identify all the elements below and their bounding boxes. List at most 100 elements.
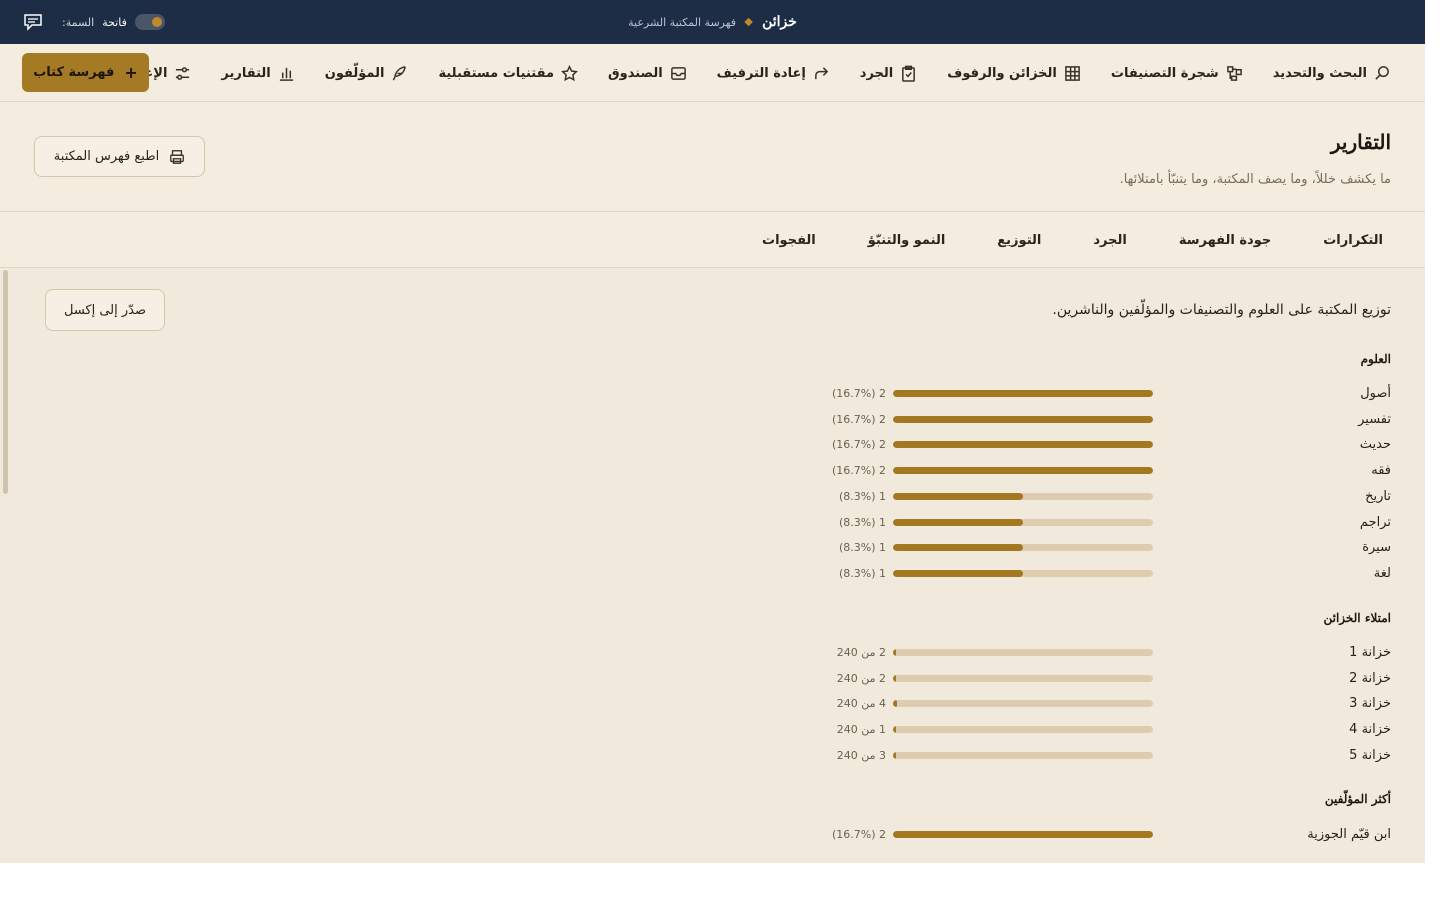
brand-separator-icon [744, 17, 754, 27]
report-tabs: التكرارات جودة الفهرسة الجرد التوزيع الن… [0, 212, 1425, 268]
bar-fill [893, 441, 1153, 449]
search-icon [1375, 65, 1389, 80]
bar-track [893, 751, 1153, 759]
bar-fill [893, 467, 1153, 475]
bar-value-label: 2 (16.7%) [831, 464, 886, 478]
bar-category-label: خزانة 4 [1349, 722, 1391, 738]
bar-value-label: 2 من 240 [836, 646, 886, 659]
bar-track [893, 831, 1153, 838]
nav-item-label: التقارير [221, 65, 271, 81]
tab-catalog-quality[interactable]: جودة الفهرسة [1171, 233, 1279, 248]
chart-bar-row: فقه 2 (16.7%) [831, 461, 1391, 481]
bar-value-label: 2 (16.7%) [831, 438, 886, 452]
chart-bar-row: أصول 2 (16.7%) [831, 384, 1391, 404]
bar-track [893, 700, 1153, 708]
nav-item-label: مقتنيات مستقبلية [438, 65, 554, 81]
bar-track [893, 467, 1153, 475]
bar-fill [893, 518, 1023, 526]
bar-fill [893, 569, 1023, 577]
tab-duplicates[interactable]: التكرارات [1315, 233, 1391, 248]
tree-icon [1226, 65, 1242, 81]
toggle-knob [151, 17, 162, 27]
tab-growth-forecast[interactable]: النمو والتنبّؤ [860, 233, 954, 248]
nav-item-label: إعادة الترفيف [716, 65, 806, 81]
nav-items: البحث والتحديد شجرة التصنيفات الخزائن وا… [108, 44, 1391, 102]
chart-title: أكثر المؤلّفين [1324, 792, 1391, 806]
bar-value-label: 1 من 240 [836, 723, 886, 737]
bar-category-label: خزانة 5 [1349, 747, 1391, 763]
tab-inventory[interactable]: الجرد [1085, 233, 1134, 248]
bar-category-label: ابن قيّم الجوزية [1307, 827, 1391, 842]
top-bar: خزائن فهرسة المكتبة الشرعية السمة: فاتحة [0, 0, 1425, 44]
nav-item-inventory[interactable]: الجرد [860, 65, 917, 82]
bar-category-label: تاريخ [1365, 488, 1391, 504]
feedback-button[interactable] [22, 11, 44, 33]
chart-bar-row: سيرة 1 (8.3%) [831, 538, 1391, 558]
nav-item-label: شجرة التصنيفات [1110, 65, 1219, 81]
quill-icon [393, 65, 407, 80]
bar-value-label: 2 (16.7%) [831, 387, 886, 400]
bar-fill [893, 726, 896, 734]
nav-item-future-acquisitions[interactable]: مقتنيات مستقبلية [438, 64, 578, 82]
bar-value-label: 3 من 240 [836, 748, 886, 762]
export-excel-button[interactable]: صدّر إلى إكسل [45, 289, 165, 331]
bar-track [893, 415, 1153, 423]
nav-item-reshelving[interactable]: إعادة الترفيف [717, 65, 830, 82]
bar-track [893, 441, 1153, 449]
bar-value-label: 1 (8.3%) [838, 489, 886, 503]
bar-fill [893, 674, 896, 682]
tab-distribution[interactable]: التوزيع [989, 233, 1049, 248]
bar-fill [893, 390, 1153, 397]
chart-bar-row: خزانة 3 4 من 240 [831, 694, 1391, 714]
bar-fill [893, 492, 1023, 500]
theme-switcher[interactable]: السمة: فاتحة [62, 14, 165, 30]
app-window: خزائن فهرسة المكتبة الشرعية السمة: فاتحة… [0, 0, 1425, 863]
page-header: التقارير ما يكشف خللاً، وما يصف المكتبة،… [0, 102, 1425, 212]
bar-value-label: 1 (8.3%) [838, 515, 886, 529]
catalog-book-button[interactable]: + فهرسة كتاب [22, 53, 149, 92]
nav-item-authors[interactable]: المؤلّفون [325, 65, 409, 82]
bar-category-label: لغة [1373, 565, 1391, 581]
catalog-book-label: فهرسة كتاب [33, 65, 115, 80]
nav-item-search[interactable]: البحث والتحديد [1273, 65, 1391, 82]
nav-item-classification-tree[interactable]: شجرة التصنيفات [1111, 65, 1243, 82]
bar-track [893, 390, 1153, 397]
nav-item-cabinets[interactable]: الخزائن والرفوف [947, 65, 1081, 82]
bar-fill [893, 415, 1153, 423]
theme-toggle[interactable] [134, 14, 165, 30]
print-catalog-button[interactable]: اطبع فهرس المكتبة [34, 136, 205, 177]
chat-icon [24, 14, 42, 31]
top-bar-controls: السمة: فاتحة [22, 0, 165, 44]
nav-item-reports[interactable]: التقارير [221, 65, 294, 82]
bar-fill [893, 831, 1153, 838]
sliders-icon [176, 66, 190, 80]
bar-category-label: فقه [1371, 463, 1391, 479]
page-subtitle: ما يكشف خللاً، وما يصف المكتبة، وما يتنب… [1119, 172, 1391, 187]
clipboard-check-icon [902, 65, 916, 82]
nav-item-inbox[interactable]: الصندوق [608, 65, 687, 82]
chart-bar-row: تفسير 2 (16.7%) [831, 410, 1391, 430]
bar-value-label: 1 (8.3%) [838, 566, 886, 580]
nav-item-label: البحث والتحديد [1272, 65, 1367, 81]
chart-title: العلوم [1360, 352, 1391, 366]
bar-track [893, 726, 1153, 734]
scrollbar[interactable] [3, 270, 8, 494]
chart-title: امتلاء الخزائن [1323, 611, 1391, 625]
bar-track [893, 518, 1153, 526]
star-icon [561, 64, 578, 81]
bar-category-label: حديث [1359, 437, 1391, 453]
bar-track [893, 544, 1153, 552]
plus-icon: + [124, 63, 138, 82]
nav-item-label: الجرد [859, 65, 894, 81]
bar-fill [893, 649, 896, 656]
tab-gaps[interactable]: الفجوات [754, 233, 824, 248]
bar-category-label: خزانة 1 [1349, 645, 1391, 660]
chart-bar-row: لغة 1 (8.3%) [831, 564, 1391, 584]
bar-track [893, 492, 1153, 500]
bar-value-label: 1 (8.3%) [838, 541, 886, 555]
chart-bar-row: تراجم 1 (8.3%) [831, 513, 1391, 533]
theme-label: السمة: [62, 15, 95, 29]
bar-fill [893, 700, 898, 708]
chart-bar-row: تاريخ 1 (8.3%) [831, 487, 1391, 507]
bar-track [893, 649, 1153, 656]
